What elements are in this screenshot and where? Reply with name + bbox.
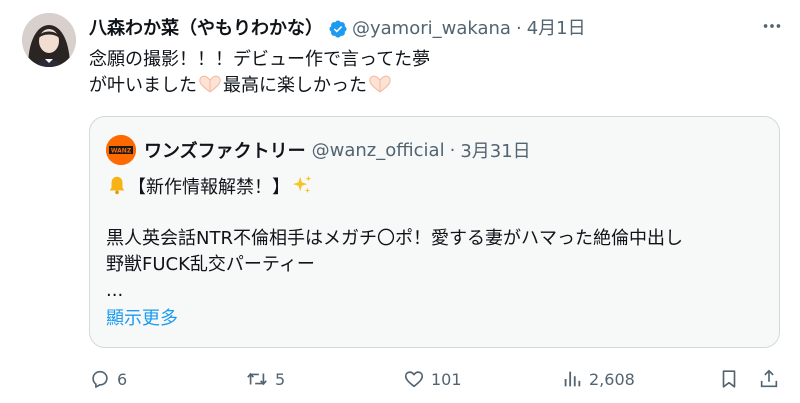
- heart-hands-icon: [197, 74, 223, 102]
- tweet-text-segment: 最高に楽しかった: [223, 75, 367, 96]
- like-icon: [404, 371, 424, 388]
- bookmark-icon: [722, 370, 736, 388]
- quoted-body-line-2: 野獣FUCK乱交パーティー: [106, 254, 315, 275]
- quoted-author-display-name[interactable]: ワンズファクトリー: [144, 137, 306, 163]
- bookmark-button[interactable]: [718, 366, 746, 392]
- quoted-author-handle[interactable]: @wanz_official: [312, 140, 445, 161]
- views-count: 2,608: [589, 369, 635, 389]
- quoted-headline-line: 【新作情報解禁！】: [106, 174, 683, 200]
- tweet-action-bar: 6 5 101 2,608: [89, 366, 789, 392]
- more-icon[interactable]: [760, 14, 784, 38]
- author-handle[interactable]: @yamori_wakana: [352, 17, 511, 41]
- tweet-text: 念願の撮影！！！デビュー作で言ってた夢 が叶いました 最高に楽しかった: [89, 47, 430, 99]
- views-button[interactable]: 2,608: [561, 366, 635, 392]
- sparkles-icon: [290, 174, 314, 204]
- avatar[interactable]: [22, 13, 76, 67]
- quoted-tweet-header: WANZ ワンズファクトリー @wanz_official · 3月31日: [106, 135, 531, 165]
- reply-count: 6: [117, 369, 128, 389]
- tweet-timestamp[interactable]: 4月1日: [527, 17, 586, 41]
- quoted-headline: 【新作情報解禁！】: [128, 177, 290, 198]
- tweet-text-line-1: 念願の撮影！！！デビュー作で言ってた夢: [89, 49, 431, 70]
- share-icon: [760, 369, 778, 388]
- quoted-author-avatar[interactable]: WANZ: [106, 135, 136, 165]
- author-display-name[interactable]: 八森わか菜（やもりわかな）: [89, 17, 323, 41]
- share-button[interactable]: [758, 366, 786, 392]
- like-count: 101: [431, 369, 462, 389]
- repost-button[interactable]: 5: [245, 366, 285, 392]
- heart-hands-icon: [367, 74, 393, 102]
- verified-badge-icon: [328, 19, 348, 39]
- quoted-body-line-1: 黒人英会話NTR不倫相手はメガチ〇ポ！愛する妻がハマった絶倫中出し: [106, 228, 683, 249]
- show-more-link[interactable]: 顯示更多: [106, 306, 178, 332]
- separator-dot: ·: [515, 18, 522, 39]
- tweet-text-line-2: が叶いました 最高に楽しかった: [89, 73, 430, 99]
- quoted-tweet-card[interactable]: WANZ ワンズファクトリー @wanz_official · 3月31日 【新…: [89, 116, 780, 348]
- reply-icon: [92, 370, 108, 388]
- quoted-avatar-logo-text: WANZ: [111, 148, 132, 155]
- views-icon: [564, 371, 581, 387]
- repost-icon: [247, 372, 267, 386]
- quoted-body-ellipsis: ...: [106, 280, 124, 301]
- tweet-text-segment: が叶いました: [89, 75, 197, 96]
- tweet-header: 八森わか菜（やもりわかな） @yamori_wakana · 4月1日: [89, 17, 586, 41]
- bell-icon: [106, 174, 128, 204]
- repost-count: 5: [275, 369, 286, 389]
- quoted-tweet-text: 【新作情報解禁！】 黒人英会話NTR不倫相手はメガチ〇ポ！愛する妻がハマった絶倫…: [106, 174, 683, 304]
- like-button[interactable]: 101: [403, 366, 462, 392]
- quoted-tweet-timestamp[interactable]: 3月31日: [460, 137, 530, 163]
- separator-dot: ·: [449, 139, 456, 161]
- reply-button[interactable]: 6: [89, 366, 127, 392]
- avatar-image: [22, 13, 76, 67]
